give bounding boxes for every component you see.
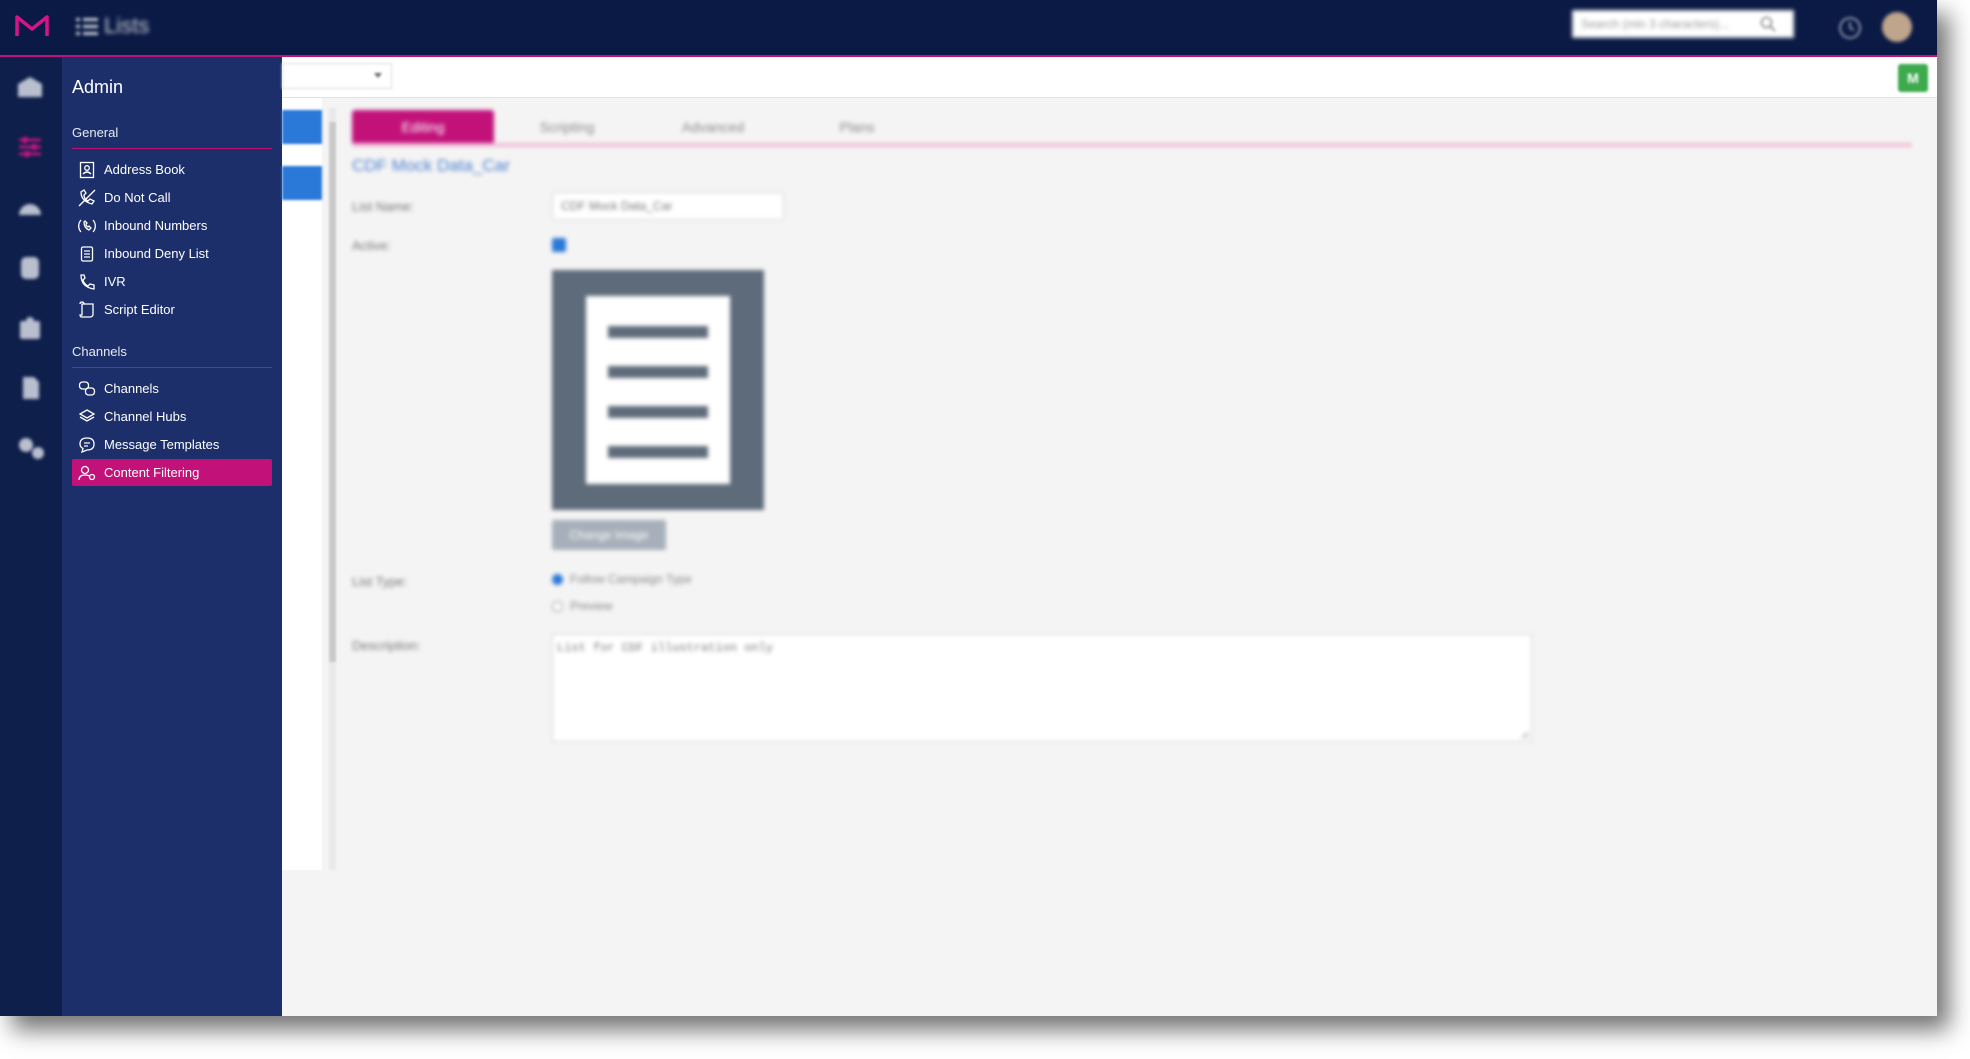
user-avatar[interactable]	[1882, 12, 1912, 42]
list-editor-panel: Editing Scripting Advanced Plans CDF Moc…	[340, 100, 1912, 800]
sidebar-item-script-editor[interactable]: Script Editor	[72, 296, 272, 323]
sidebar-item-label: Inbound Numbers	[104, 218, 208, 233]
contacts-icon[interactable]	[16, 315, 44, 341]
icon-rail	[0, 57, 62, 1016]
tab-advanced[interactable]: Advanced	[642, 110, 784, 144]
active-label: Active:	[352, 238, 392, 253]
layers-icon	[78, 408, 96, 422]
sidebar-item-label: IVR	[104, 274, 126, 289]
phone-icon	[80, 273, 95, 290]
sidebar-item-label: Message Templates	[104, 437, 220, 452]
document-icon[interactable]	[16, 375, 44, 401]
sidebar-item-label: Channel Hubs	[104, 409, 187, 424]
inbound-numbers-icon	[78, 219, 96, 232]
search-icon[interactable]	[1760, 16, 1776, 32]
list-heading: CDF Mock Data_Car	[352, 156, 510, 175]
panel-tab-2[interactable]	[282, 166, 322, 200]
radio-preview[interactable]	[552, 601, 563, 612]
editor-tabs: Editing Scripting Advanced Plans	[352, 110, 1912, 147]
sidebar-item-content-filtering[interactable]: Content Filtering	[72, 459, 272, 486]
content-toolbar: M	[282, 57, 1937, 98]
vertical-scrollbar[interactable]	[329, 108, 336, 870]
sidebar-item-address-book[interactable]: Address Book	[72, 156, 272, 183]
description-text: List for CDF illustration only	[557, 641, 774, 655]
scrollbar-thumb[interactable]	[329, 122, 336, 662]
application-window: Lists Search (min 3 characters)... Admin…	[0, 0, 1937, 1016]
list-image-preview	[552, 270, 764, 510]
section-divider	[72, 148, 272, 149]
list-type-label: List Type:	[352, 574, 408, 589]
description-textarea[interactable]: List for CDF illustration only	[552, 634, 1532, 742]
do-not-call-icon	[78, 188, 96, 206]
radio-label-preview: Preview	[570, 599, 613, 613]
list-name-input[interactable]: CDF Mock Data_Car	[552, 192, 784, 220]
admin-sliders-icon[interactable]	[16, 135, 44, 159]
filter-dropdown[interactable]	[282, 63, 392, 89]
section-divider	[72, 367, 272, 368]
sidebar-item-label: Inbound Deny List	[104, 246, 209, 261]
channels-icon	[78, 380, 96, 396]
active-checkbox[interactable]	[552, 238, 566, 252]
sidebar-item-label: Address Book	[104, 162, 185, 177]
list-name-label: List Name:	[352, 199, 415, 214]
sidebar-title: Admin	[72, 77, 124, 97]
section-title-channels: Channels	[72, 344, 127, 359]
message-icon	[79, 436, 95, 453]
radio-label-follow-campaign-type: Follow Campaign Type	[570, 572, 692, 586]
content-filtering-icon	[78, 465, 96, 480]
tab-plans[interactable]: Plans	[786, 110, 928, 144]
section-title-general: General	[72, 125, 119, 140]
sidebar-item-label: Script Editor	[104, 302, 175, 317]
sidebar-item-inbound-deny-list[interactable]: Inbound Deny List	[72, 240, 272, 267]
sidebar-item-inbound-numbers[interactable]: Inbound Numbers	[72, 212, 272, 239]
sidebar-item-label: Channels	[104, 381, 159, 396]
sidebar-item-label: Content Filtering	[104, 465, 200, 480]
address-book-icon	[79, 161, 95, 178]
script-icon	[79, 300, 94, 318]
settings-gears-icon[interactable]	[16, 435, 46, 461]
sidebar-item-message-templates[interactable]: Message Templates	[72, 431, 272, 458]
tab-editing[interactable]: Editing	[352, 110, 494, 144]
document-placeholder-icon	[586, 296, 730, 484]
chevron-down-icon	[374, 73, 382, 78]
gauge-icon[interactable]	[16, 195, 44, 219]
inbound-deny-list-icon	[80, 245, 94, 262]
app-title: Lists	[104, 13, 150, 38]
brand-logo-icon[interactable]	[14, 12, 50, 40]
database-icon[interactable]	[16, 255, 44, 281]
sidebar-item-do-not-call[interactable]: Do Not Call	[72, 184, 272, 211]
sidebar-item-ivr[interactable]: IVR	[72, 268, 272, 295]
description-label: Description:	[352, 638, 421, 653]
radio-follow-campaign-type[interactable]	[552, 574, 563, 585]
list-navigator-panel	[282, 98, 322, 870]
lists-icon	[76, 18, 98, 35]
sidebar-item-channel-hubs[interactable]: Channel Hubs	[72, 403, 272, 430]
resize-grip-icon[interactable]	[1521, 731, 1529, 739]
panel-tab-1[interactable]	[282, 110, 322, 144]
change-image-button[interactable]: Change Image	[552, 520, 666, 550]
tab-underline	[352, 143, 1912, 147]
m-button[interactable]: M	[1898, 64, 1928, 92]
sidebar-item-label: Do Not Call	[104, 190, 171, 205]
sidebar-item-channels[interactable]: Channels	[72, 375, 272, 402]
tab-scripting[interactable]: Scripting	[496, 110, 638, 144]
dashboard-icon[interactable]	[16, 75, 44, 99]
top-bar: Lists Search (min 3 characters)...	[0, 0, 1937, 57]
admin-sidebar: Admin General Address Book Do Not Call I…	[62, 57, 282, 1016]
clock-icon[interactable]	[1838, 16, 1862, 40]
